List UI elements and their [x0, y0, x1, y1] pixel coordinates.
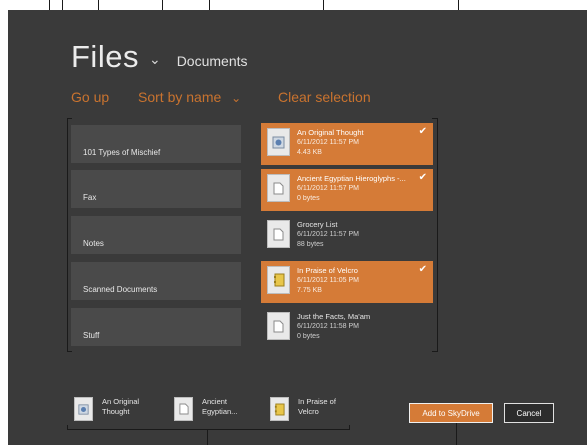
bracket: [67, 118, 72, 119]
checkmark-icon: ✔: [418, 264, 427, 275]
folder-tile[interactable]: Stuff: [71, 308, 241, 346]
bracket: [432, 351, 437, 352]
file-date: 6/11/2012 11:58 PM: [297, 323, 360, 330]
file-name: Grocery List: [297, 220, 338, 229]
file-name: Ancient Egyptian Hieroglyphs -...: [297, 174, 406, 183]
file-size: 88 bytes: [297, 241, 324, 248]
basket-item-name: Ancient: [202, 397, 228, 406]
callout-line: [207, 429, 208, 445]
checkmark-icon: ✔: [418, 126, 427, 137]
folder-tile[interactable]: Notes: [71, 216, 241, 254]
document-file-icon: [267, 312, 290, 340]
sort-label: Sort by name: [138, 89, 222, 105]
document-file-icon: [267, 174, 290, 202]
folder-name: Stuff: [83, 331, 100, 340]
current-folder: Documents: [176, 53, 248, 69]
file-tile[interactable]: Ancient Egyptian Hieroglyphs -... 6/11/2…: [261, 169, 433, 211]
callout-line: [456, 423, 457, 445]
document-file-icon: [174, 397, 193, 421]
bracket: [437, 118, 438, 352]
folder-tile[interactable]: Fax: [71, 170, 241, 208]
basket-item-name: Thought: [102, 407, 130, 416]
checkmark-icon: ✔: [418, 172, 427, 183]
page-title[interactable]: Files: [71, 40, 139, 74]
file-size: 0 bytes: [297, 195, 320, 202]
file-tile[interactable]: An Original Thought 6/11/2012 11:57 PM 4…: [261, 123, 433, 165]
file-name: Just the Facts, Ma'am: [297, 312, 371, 321]
file-name: In Praise of Velcro: [297, 266, 358, 275]
bracket: [67, 429, 350, 430]
folder-name: Fax: [83, 193, 97, 202]
file-size: 0 bytes: [297, 333, 320, 340]
file-picker-screen: Files ⌄ Documents Go up Sort by name ⌄ C…: [8, 10, 587, 445]
header: Files ⌄ Documents: [71, 40, 248, 74]
basket-item[interactable]: An Original Thought: [74, 397, 139, 421]
notebook-file-icon: [267, 266, 290, 294]
file-size: 4.43 KB: [297, 149, 322, 156]
bracket: [349, 425, 350, 430]
folder-name: Scanned Documents: [83, 285, 158, 294]
basket-item-name: In Praise of: [298, 397, 336, 406]
notebook-file-icon: [270, 397, 289, 421]
file-tile[interactable]: Just the Facts, Ma'am 6/11/2012 11:58 PM…: [261, 307, 433, 349]
cancel-button[interactable]: Cancel: [504, 403, 554, 423]
bracket: [67, 351, 72, 352]
file-tile[interactable]: Grocery List 6/11/2012 11:57 PM 88 bytes: [261, 215, 433, 257]
basket-item[interactable]: Ancient Egyptian...: [174, 397, 237, 421]
go-up-button[interactable]: Go up: [71, 89, 109, 105]
file-date: 6/11/2012 11:57 PM: [297, 139, 360, 146]
file-date: 6/11/2012 11:05 PM: [297, 277, 360, 284]
file-name: An Original Thought: [297, 128, 364, 137]
document-file-icon: [267, 220, 290, 248]
basket-item-name: An Original: [102, 397, 140, 406]
chevron-down-icon[interactable]: ⌄: [149, 51, 161, 68]
folder-tile[interactable]: 101 Types of Mischief: [71, 125, 241, 163]
bracket: [432, 118, 437, 119]
add-to-skydrive-button[interactable]: Add to SkyDrive: [409, 403, 493, 423]
basket-item-name: Velcro: [298, 407, 319, 416]
file-tile[interactable]: In Praise of Velcro 6/11/2012 11:05 PM 7…: [261, 261, 433, 303]
file-size: 7.75 KB: [297, 287, 322, 294]
basket-item[interactable]: In Praise of Velcro: [270, 397, 336, 421]
sort-by-button[interactable]: Sort by name ⌄: [138, 89, 241, 105]
folder-tile[interactable]: Scanned Documents: [71, 262, 241, 300]
folder-name: 101 Types of Mischief: [83, 148, 161, 157]
bracket: [67, 118, 68, 352]
image-file-icon: [74, 397, 93, 421]
chevron-down-icon: ⌄: [231, 91, 242, 105]
file-date: 6/11/2012 11:57 PM: [297, 231, 360, 238]
image-file-icon: [267, 128, 290, 156]
folder-name: Notes: [83, 239, 104, 248]
file-date: 6/11/2012 11:57 PM: [297, 185, 360, 192]
clear-selection-button[interactable]: Clear selection: [278, 89, 371, 105]
basket-item-name: Egyptian...: [202, 407, 238, 416]
